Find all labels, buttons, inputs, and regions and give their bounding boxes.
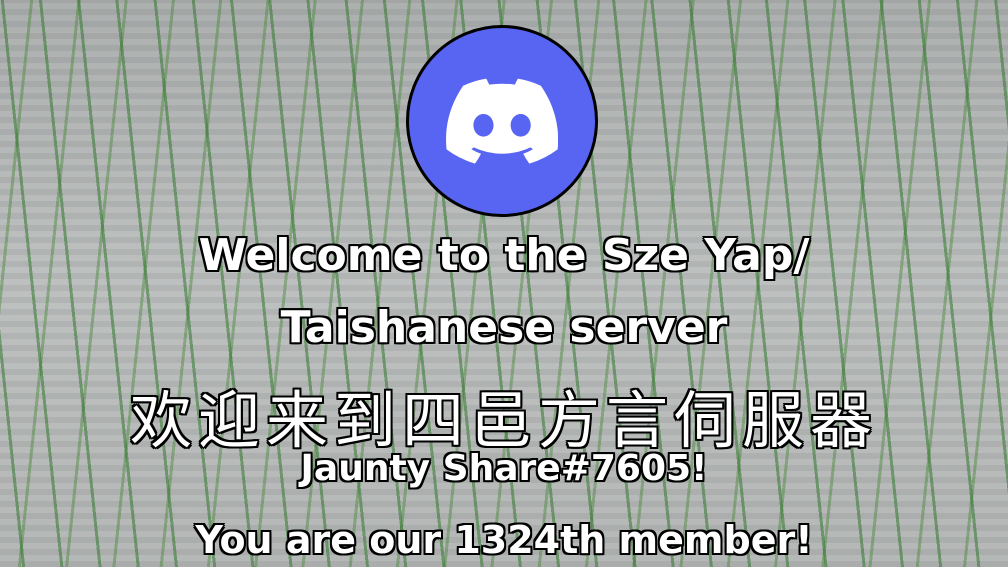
discord-logo-icon [406, 25, 598, 217]
discord-controller-icon [446, 78, 558, 164]
welcome-title-line2: Taishanese server [280, 302, 728, 353]
member-count-message: You are our 1324th member! [195, 518, 813, 562]
username: Jaunty Share#7605! [300, 448, 708, 489]
welcome-title-chinese: 欢迎来到四邑方言伺服器 [129, 384, 878, 457]
welcome-title-line1: Welcome to the Sze Yap/ [198, 230, 810, 281]
